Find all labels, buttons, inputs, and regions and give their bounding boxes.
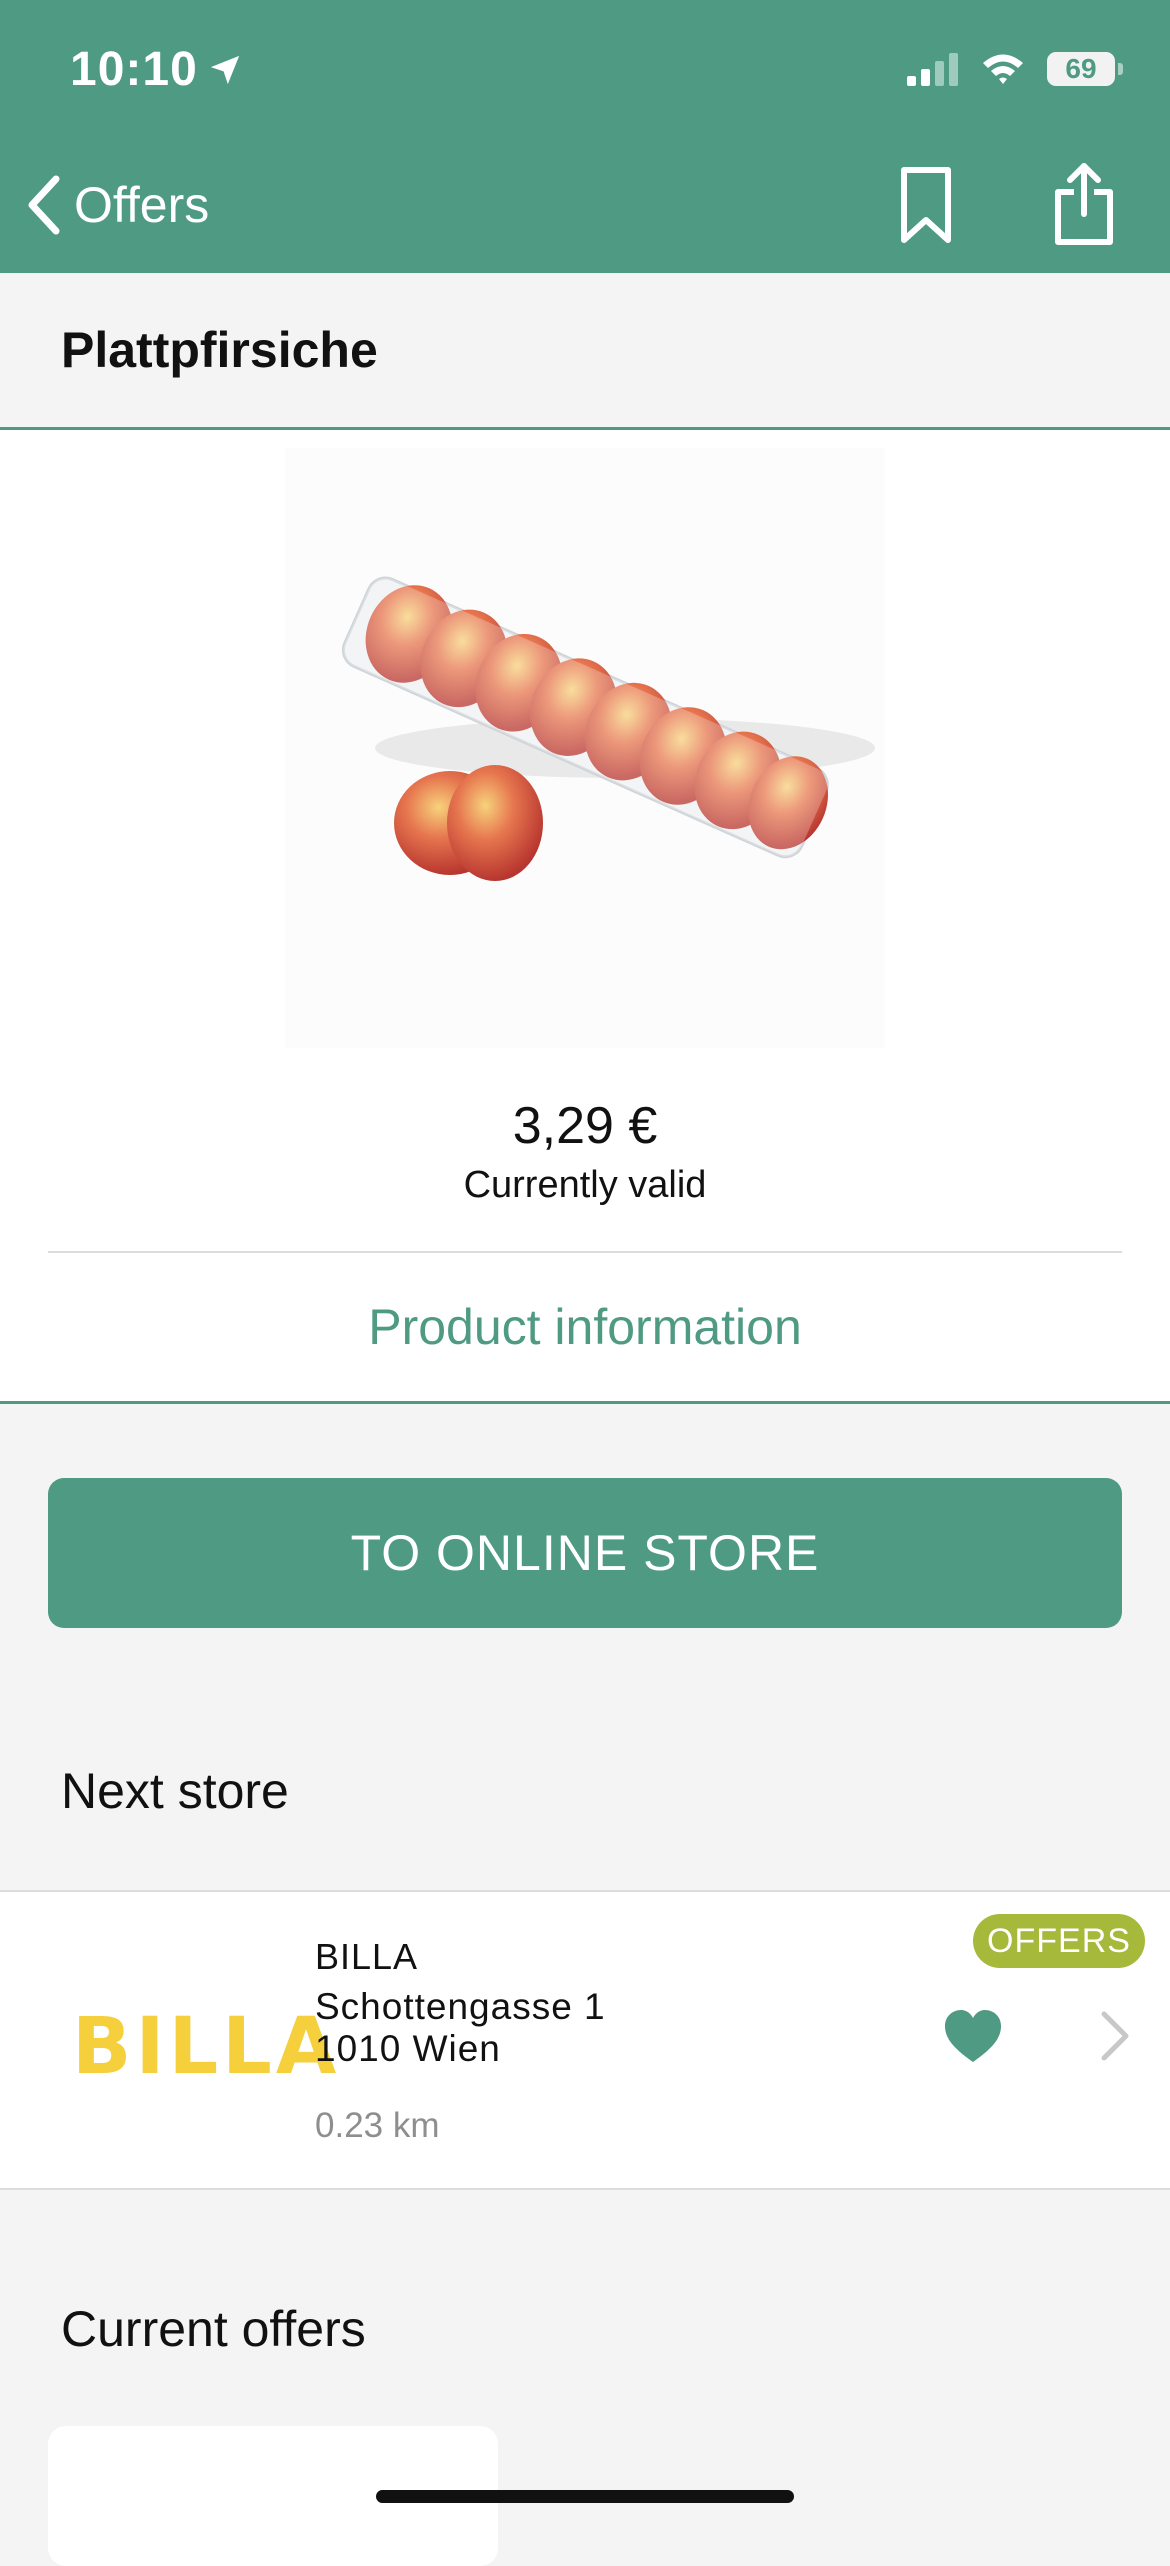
store-name: BILLA [315,1936,419,1977]
status-time-text: 10:10 [70,43,198,96]
status-icons: 69 [907,52,1123,86]
current-offers-heading: Current offers [61,2301,366,2357]
battery-level: 69 [1065,53,1097,84]
battery-indicator: 69 [1047,52,1123,86]
status-time: 10:10 [70,42,242,97]
product-card: 3,29 € Currently valid Product informati… [0,430,1170,1404]
cellular-signal-icon [907,53,958,86]
back-button-label: Offers [74,177,210,233]
offers-badge[interactable]: OFFERS [973,1914,1145,1968]
product-information-link[interactable]: Product information [0,1298,1170,1356]
store-logo: BILLA [72,2002,341,2092]
home-indicator [376,2490,794,2503]
location-arrow-icon [210,55,239,84]
offers-badge-label: OFFERS [987,1921,1131,1960]
next-store-heading: Next store [61,1763,289,1819]
share-icon[interactable] [1052,162,1116,246]
online-store-button[interactable]: TO ONLINE STORE [48,1478,1122,1628]
chevron-right-icon [1101,2011,1129,2061]
store-city: 1010 Wien [315,2028,501,2069]
wifi-icon [983,54,1023,84]
divider [48,1251,1122,1253]
product-price: 3,29 € [512,1097,658,1155]
back-button[interactable]: Offers [24,170,209,240]
product-image [285,448,885,1048]
store-distance: 0.23 km [315,2106,440,2145]
heart-icon[interactable] [943,2008,1003,2064]
online-store-button-label: TO ONLINE STORE [350,1525,820,1581]
chevron-left-icon [28,175,60,235]
product-title-bar: Plattpfirsiche [0,273,1170,430]
product-title: Plattpfirsiche [61,322,378,378]
bookmark-icon[interactable] [898,166,954,244]
offer-validity: Currently valid [463,1164,707,1206]
header: 10:10 69 Offers [0,0,1170,273]
peaches-illustration [341,576,875,881]
store-street: Schottengasse 1 [315,1986,606,2027]
store-row[interactable]: BILLA BILLA Schottengasse 1 1010 Wien 0.… [0,1890,1170,2190]
